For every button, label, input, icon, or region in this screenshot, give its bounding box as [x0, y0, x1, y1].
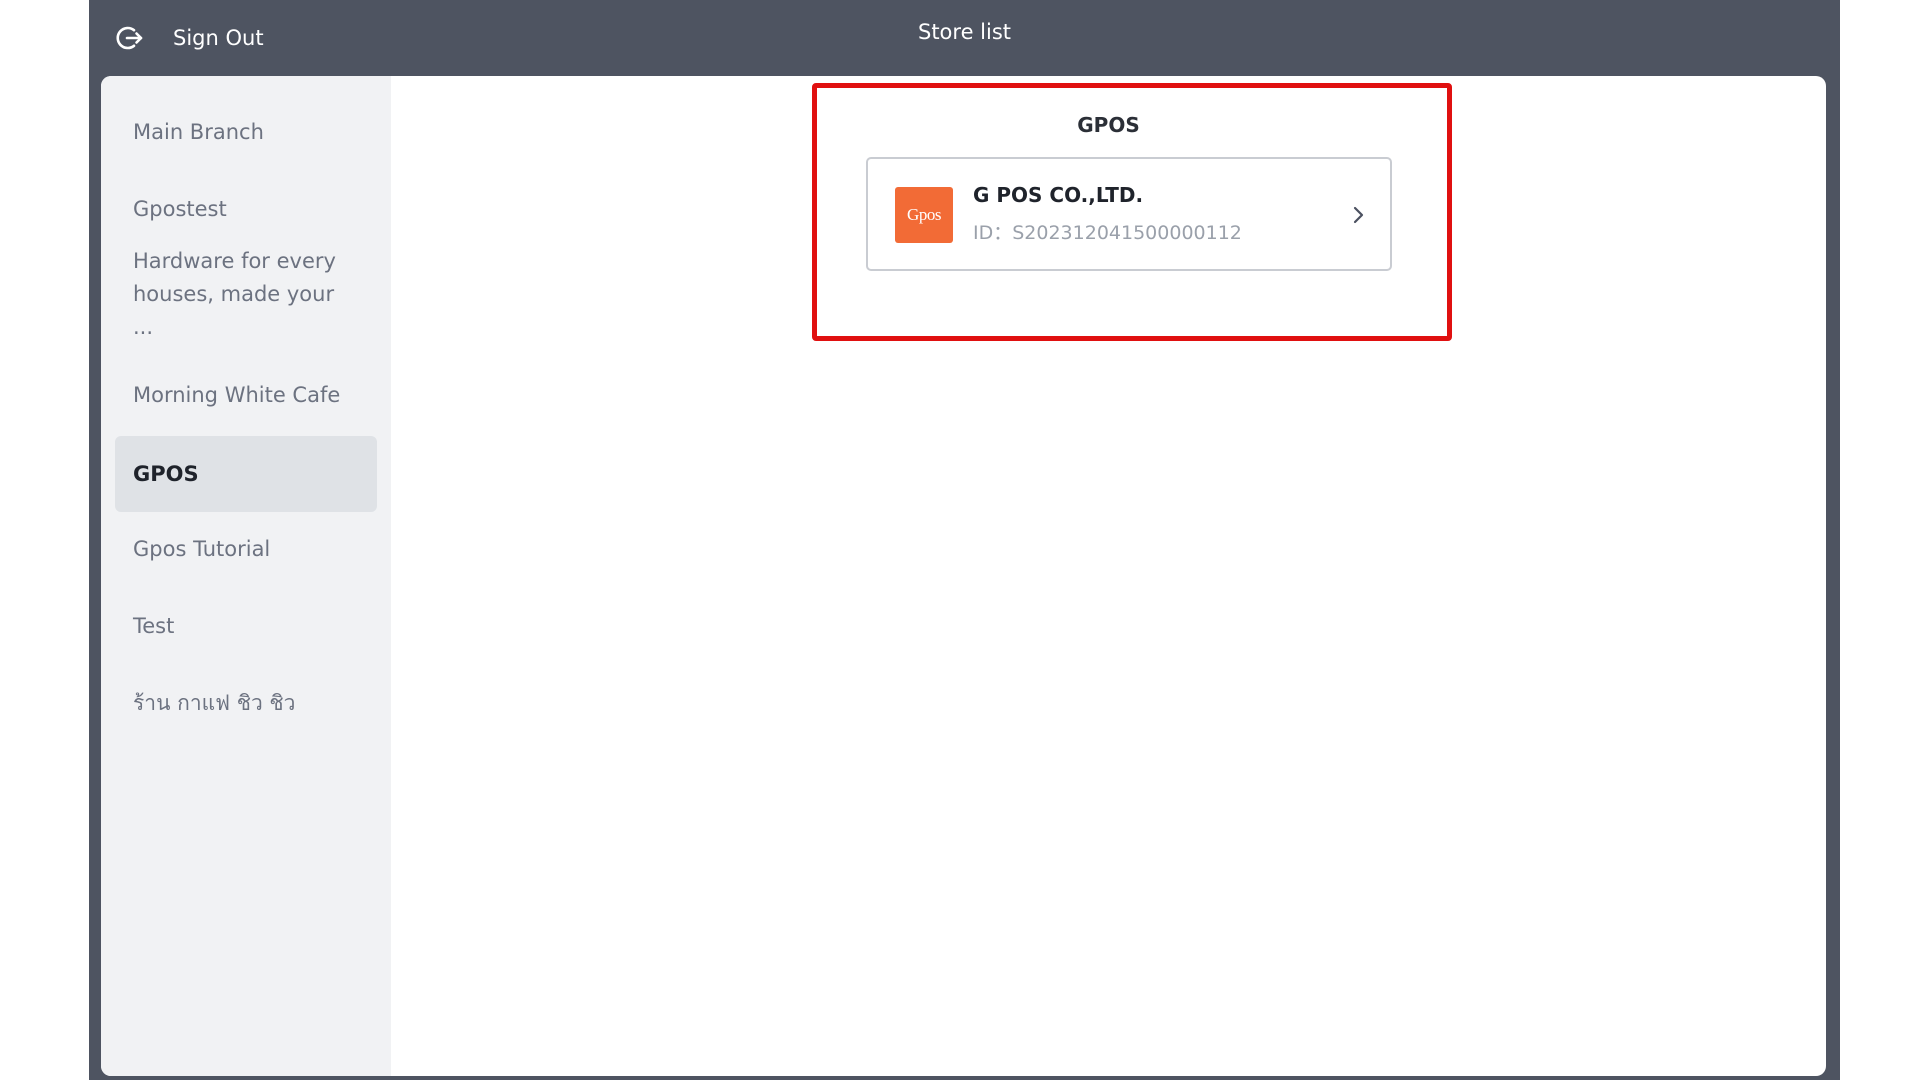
store-group-title: GPOS [1077, 113, 1140, 137]
sidebar: Main Branch Gpostest Hardware for every … [101, 76, 391, 1076]
store-card[interactable]: Gpos G POS CO.,LTD. ID：S2023120415000001… [866, 157, 1392, 271]
store-logo: Gpos [895, 187, 953, 243]
main-panel: Main Branch Gpostest Hardware for every … [101, 76, 1826, 1076]
chevron-right-icon [1352, 205, 1366, 225]
sidebar-item-gpostest[interactable]: Gpostest [115, 179, 377, 239]
app-window: Sign Out Store list Main Branch Gpostest… [89, 0, 1840, 1080]
sidebar-item-hardware[interactable]: Hardware for every houses, made your ... [115, 249, 377, 339]
store-id: ID：S202312041500000112 [973, 218, 1242, 245]
store-name: G POS CO.,LTD. [973, 183, 1144, 207]
store-id-value: S202312041500000112 [1012, 222, 1242, 244]
page-title: Store list [917, 20, 1012, 44]
sidebar-item-morning-white-cafe[interactable]: Morning White Cafe [115, 365, 377, 425]
top-bar: Sign Out Store list [89, 0, 1840, 76]
sidebar-item-thai-cafe[interactable]: ร้าน กาแฟ ชิว ชิว [115, 673, 377, 733]
sidebar-item-gpos-tutorial[interactable]: Gpos Tutorial [115, 519, 377, 579]
sidebar-item-gpos[interactable]: GPOS [115, 436, 377, 512]
sidebar-item-test[interactable]: Test [115, 596, 377, 656]
sidebar-item-main-branch[interactable]: Main Branch [115, 102, 377, 162]
sign-out-button[interactable]: Sign Out [115, 20, 264, 56]
sign-out-label: Sign Out [173, 26, 264, 50]
sign-out-icon [115, 23, 145, 53]
store-id-prefix: ID： [973, 222, 1013, 244]
